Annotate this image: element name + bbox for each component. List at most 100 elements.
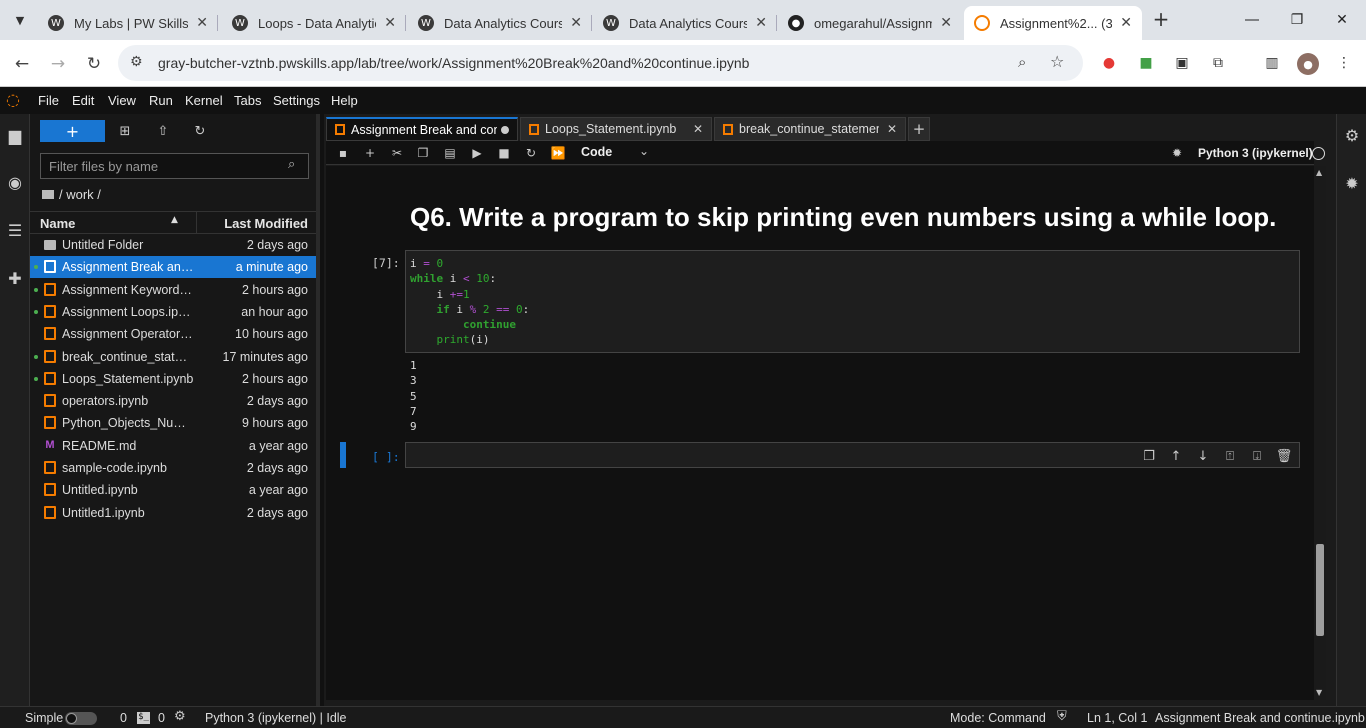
paste-icon[interactable]: ▤ (441, 145, 459, 161)
cut-icon[interactable]: ✂ (388, 145, 406, 161)
kernel-name[interactable]: Python 3 (ipykernel) (1198, 146, 1313, 160)
file-row[interactable]: M README.md a year ago (30, 435, 316, 457)
move-down-icon[interactable]: ↓ (1195, 448, 1211, 464)
close-window-button[interactable]: ✕ (1322, 6, 1362, 34)
menu-file[interactable]: File (38, 93, 59, 108)
menu-run[interactable]: Run (149, 93, 173, 108)
browser-tab[interactable]: W Loops - Data Analytic ✕ (222, 6, 406, 40)
back-icon[interactable]: ← (10, 52, 34, 76)
browser-tab-active[interactable]: Assignment%2... (3) ✕ (964, 6, 1142, 40)
browser-tab[interactable]: W Data Analytics Course ✕ (593, 6, 777, 40)
filter-files-input[interactable] (40, 153, 309, 179)
new-tab-button[interactable]: + (1150, 7, 1172, 31)
cursor-position[interactable]: Ln 1, Col 1 (1087, 711, 1147, 725)
debugger-icon[interactable]: ✹ (1168, 145, 1186, 161)
menu-view[interactable]: View (108, 93, 136, 108)
new-launcher-tab-button[interactable]: + (908, 117, 930, 141)
forward-icon[interactable]: → (46, 52, 70, 76)
menu-help[interactable]: Help (331, 93, 358, 108)
running-kernels-icon[interactable]: ◉ (4, 171, 26, 193)
close-tab-icon[interactable]: ✕ (384, 15, 396, 31)
kernel-status[interactable]: Python 3 (ipykernel) | Idle (205, 711, 347, 725)
delete-cell-icon[interactable]: 🗑 (1276, 448, 1293, 464)
file-row[interactable]: Loops_Statement.ipynb 2 hours ago (30, 368, 316, 390)
menu-settings[interactable]: Settings (273, 93, 320, 108)
close-tab-icon[interactable]: ✕ (940, 15, 952, 31)
copy-icon[interactable]: ❐ (414, 145, 432, 161)
upload-icon[interactable]: ⇧ (154, 122, 172, 140)
close-tab-icon[interactable]: ✕ (196, 15, 208, 31)
extension-google-icon[interactable]: ■ (1136, 53, 1156, 73)
close-tab-icon[interactable]: ✕ (570, 15, 582, 31)
file-row[interactable]: Python_Objects_Numb... 9 hours ago (30, 412, 316, 434)
close-tab-icon[interactable]: ✕ (887, 122, 897, 136)
menu-tabs[interactable]: Tabs (234, 93, 261, 108)
new-launcher-button[interactable]: + (40, 120, 105, 142)
bookmark-star-icon[interactable]: ☆ (1050, 52, 1064, 71)
chevron-down-icon[interactable]: ⌄ (639, 144, 649, 158)
column-modified-header[interactable]: Last Modified (224, 216, 308, 231)
code-cell-editor[interactable]: i = 0 while i < 10: i +=1 if i % 2 == 0:… (405, 250, 1300, 353)
column-name-header[interactable]: Name (40, 216, 75, 231)
site-info-icon[interactable]: ⚙ (130, 54, 143, 70)
url-text[interactable]: gray-butcher-vztnb.pwskills.app/lab/tree… (158, 55, 749, 71)
doc-tab-active[interactable]: Assignment Break and contir (326, 117, 518, 141)
close-tab-icon[interactable]: ✕ (693, 122, 703, 136)
file-row[interactable]: Untitled.ipynb a year ago (30, 479, 316, 501)
duplicate-cell-icon[interactable]: ❐ (1141, 448, 1157, 464)
extension-manager-icon[interactable]: ✚ (4, 267, 26, 289)
folder-icon[interactable]: ▆ (4, 124, 26, 146)
browser-menu-icon[interactable]: ⋮ (1334, 53, 1354, 73)
breadcrumb[interactable]: / work / (42, 187, 101, 202)
property-inspector-icon[interactable]: ⚙ (1341, 124, 1363, 146)
file-row[interactable]: sample-code.ipynb 2 days ago (30, 457, 316, 479)
scrollbar-thumb[interactable] (1316, 544, 1324, 636)
doc-tab[interactable]: Loops_Statement.ipynb ✕ (520, 117, 712, 141)
insert-below-icon[interactable]: ⍗ (1249, 448, 1265, 464)
minimize-button[interactable]: ― (1232, 6, 1272, 34)
file-row[interactable]: Assignment Operators.i... 10 hours ago (30, 323, 316, 345)
file-row[interactable]: operators.ipynb 2 days ago (30, 390, 316, 412)
insert-above-icon[interactable]: ⍐ (1222, 448, 1238, 464)
kernels-count[interactable]: 0 (158, 711, 165, 725)
browser-tab[interactable]: W Data Analytics Course ✕ (408, 6, 592, 40)
run-icon[interactable]: ▶ (468, 145, 486, 161)
side-panel-icon[interactable]: ▥ (1262, 53, 1282, 73)
zoom-icon[interactable]: ⌕ (1018, 53, 1026, 71)
reload-icon[interactable]: ↻ (82, 52, 106, 76)
notebook-scrollbar[interactable]: ▲ ▼ (1314, 166, 1326, 700)
file-row[interactable]: Untitled1.ipynb 2 days ago (30, 502, 316, 524)
restore-button[interactable]: ❐ (1277, 6, 1317, 34)
scroll-up-arrow-icon[interactable]: ▲ (1316, 168, 1322, 177)
restart-run-all-icon[interactable]: ⏩ (549, 145, 567, 161)
extensions-puzzle-icon[interactable]: ⧉ (1208, 53, 1228, 73)
scroll-down-arrow-icon[interactable]: ▼ (1316, 688, 1322, 697)
debugger-panel-icon[interactable]: ✹ (1341, 172, 1363, 194)
file-row[interactable]: break_continue_statem... 17 minutes ago (30, 346, 316, 368)
extension-pip-icon[interactable]: ▣ (1172, 53, 1192, 73)
file-row[interactable]: Assignment Keywords.i... 2 hours ago (30, 279, 316, 301)
url-box[interactable]: ⚙ gray-butcher-vztnb.pwskills.app/lab/tr… (118, 45, 1083, 81)
new-folder-icon[interactable]: ⊞ (116, 122, 134, 140)
shield-icon[interactable]: ⛨ (1057, 709, 1067, 724)
browser-tab[interactable]: ● omegarahul/Assignm ✕ (778, 6, 962, 40)
restart-icon[interactable]: ↻ (522, 145, 540, 161)
extension-red-icon[interactable]: ● (1099, 53, 1119, 73)
move-up-icon[interactable]: ↑ (1168, 448, 1184, 464)
doc-tab[interactable]: break_continue_statements_ ✕ (714, 117, 906, 141)
save-icon[interactable]: ▪ (334, 145, 352, 161)
browser-tab[interactable]: W My Labs | PW Skills ✕ (38, 6, 218, 40)
file-row[interactable]: Assignment Break and c... a minute ago (30, 256, 316, 279)
active-cell-marker[interactable] (340, 442, 346, 468)
refresh-icon[interactable]: ↻ (191, 122, 209, 140)
empty-code-cell[interactable]: ❐ ↑ ↓ ⍐ ⍗ 🗑 (405, 442, 1300, 468)
unsaved-dot-icon[interactable] (501, 125, 509, 134)
close-tab-icon[interactable]: ✕ (755, 15, 767, 31)
menu-edit[interactable]: Edit (72, 93, 94, 108)
terminals-count[interactable]: 0 (120, 711, 127, 725)
menu-kernel[interactable]: Kernel (185, 93, 223, 108)
table-of-contents-icon[interactable]: ☰ (4, 219, 26, 241)
profile-avatar[interactable]: ● (1297, 53, 1319, 75)
stop-icon[interactable]: ■ (495, 145, 513, 161)
close-tab-icon[interactable]: ✕ (1120, 15, 1132, 31)
